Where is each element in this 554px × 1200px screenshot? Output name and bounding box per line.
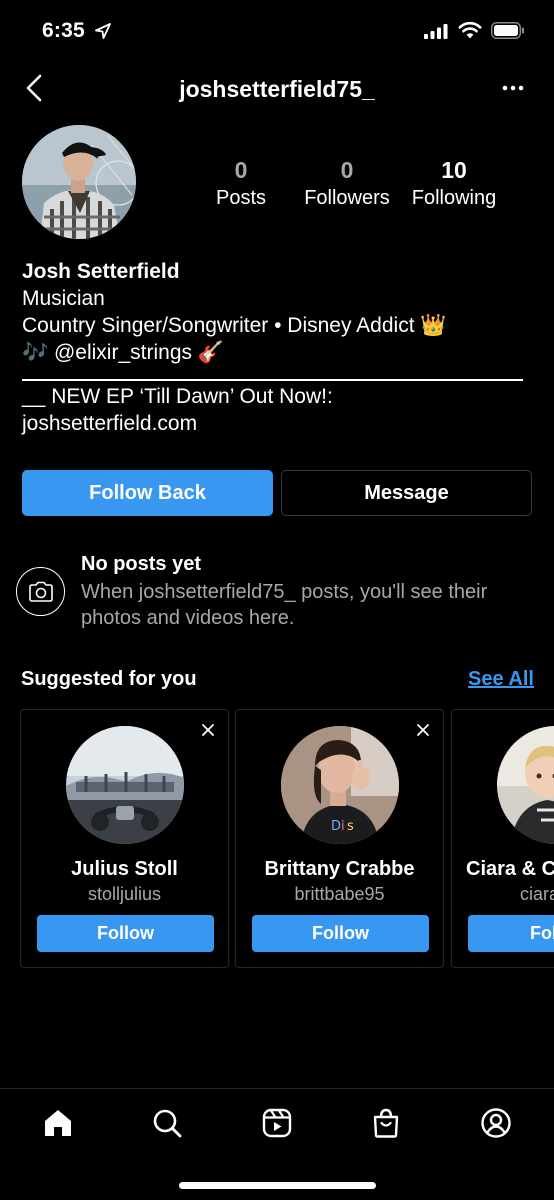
suggested-handle: ciarax bbox=[520, 884, 554, 904]
nav-reels[interactable] bbox=[257, 1103, 297, 1143]
following-count: 10 bbox=[441, 157, 467, 183]
bio-divider bbox=[22, 379, 523, 381]
follow-button[interactable]: Follow bbox=[252, 915, 429, 952]
bio-link[interactable]: joshsetterfield.com bbox=[22, 410, 532, 437]
bio-line-1: Country Singer/Songwriter • Disney Addic… bbox=[22, 314, 447, 337]
suggested-card[interactable]: D i s Brittany Crabbe brittbabe95 Follow bbox=[235, 709, 444, 968]
camera-icon bbox=[28, 581, 53, 602]
bio-line-3: __ NEW EP ‘Till Dawn’ Out Now!: bbox=[22, 385, 333, 408]
profile-photo-image bbox=[22, 125, 136, 239]
suggested-photo-image bbox=[66, 726, 184, 844]
bio-line-2: 🎶 @elixir_strings 🎸 bbox=[22, 341, 224, 364]
suggested-title: Suggested for you bbox=[21, 668, 197, 690]
profile-full-name: Josh Setterfield bbox=[22, 260, 180, 283]
home-icon bbox=[45, 1110, 71, 1136]
svg-text:s: s bbox=[347, 819, 354, 834]
nav-search[interactable] bbox=[147, 1103, 187, 1143]
battery-icon bbox=[491, 22, 524, 39]
profile-avatar[interactable] bbox=[22, 125, 136, 239]
more-dots-icon bbox=[502, 85, 524, 91]
suggested-card[interactable]: Ciara & C ciarax Fol bbox=[451, 709, 554, 968]
suggested-handle: brittbabe95 bbox=[294, 884, 385, 904]
profile-username-title: joshsetterfield75_ bbox=[179, 76, 375, 102]
wifi-icon bbox=[458, 21, 482, 39]
status-time: 6:35 bbox=[42, 19, 85, 42]
follow-button[interactable]: Follow bbox=[37, 915, 214, 952]
nav-home[interactable] bbox=[38, 1103, 78, 1143]
close-icon[interactable] bbox=[415, 722, 431, 738]
location-arrow-icon bbox=[95, 23, 111, 39]
home-indicator[interactable] bbox=[179, 1182, 376, 1189]
profile-icon bbox=[481, 1108, 511, 1138]
posts-label: Posts bbox=[215, 187, 267, 209]
see-all-link[interactable]: See All bbox=[468, 668, 534, 691]
svg-text:D: D bbox=[331, 819, 341, 834]
nav-shop[interactable] bbox=[366, 1103, 406, 1143]
search-icon bbox=[153, 1109, 182, 1138]
suggested-photo-image: D i s bbox=[281, 726, 399, 844]
status-bar: 6:35 bbox=[0, 0, 554, 62]
svg-text:i: i bbox=[341, 819, 345, 834]
profile-screen: 6:35 joshsetterfield75_ 0 Posts 0 Follow… bbox=[0, 0, 554, 1200]
following-stat[interactable]: 10 Following bbox=[406, 156, 502, 212]
profile-bio: Josh Setterfield Musician Country Singer… bbox=[22, 258, 532, 437]
posts-stat[interactable]: 0 Posts bbox=[200, 156, 282, 212]
suggested-name: Ciara & C bbox=[466, 858, 554, 880]
suggested-handle: stolljulius bbox=[87, 884, 162, 904]
suggested-card[interactable]: Julius Stoll stolljulius Follow bbox=[20, 709, 229, 968]
followers-stat[interactable]: 0 Followers bbox=[298, 156, 396, 212]
profile-category: Musician bbox=[22, 287, 105, 310]
suggested-cards[interactable]: Julius Stoll stolljulius Follow D i s Br… bbox=[20, 709, 554, 969]
follow-button[interactable]: Fol bbox=[468, 915, 554, 952]
followers-count: 0 bbox=[340, 157, 354, 183]
suggested-avatar[interactable]: D i s bbox=[281, 726, 399, 844]
cellular-signal-icon bbox=[424, 24, 448, 39]
nav-profile[interactable] bbox=[476, 1103, 516, 1143]
follow-back-button[interactable]: Follow Back bbox=[22, 470, 273, 516]
following-label: Following bbox=[411, 187, 497, 209]
suggested-avatar[interactable] bbox=[66, 726, 184, 844]
profile-stats: 0 Posts 0 Followers 10 Following bbox=[200, 156, 520, 216]
suggested-name: Brittany Crabbe bbox=[264, 858, 415, 880]
followers-label: Followers bbox=[304, 187, 390, 209]
camera-placeholder bbox=[16, 567, 65, 616]
message-button[interactable]: Message bbox=[281, 470, 532, 516]
posts-count: 0 bbox=[234, 157, 248, 183]
suggested-photo-image bbox=[497, 726, 554, 844]
close-icon[interactable] bbox=[200, 722, 216, 738]
no-posts-description: When joshsetterfield75_ posts, you'll se… bbox=[81, 581, 488, 629]
no-posts-title: No posts yet bbox=[81, 553, 202, 575]
more-options-button[interactable] bbox=[496, 76, 530, 100]
reels-icon bbox=[262, 1108, 292, 1138]
suggested-avatar[interactable] bbox=[497, 726, 554, 844]
shop-icon bbox=[373, 1108, 399, 1138]
suggested-name: Julius Stoll bbox=[71, 858, 178, 880]
profile-header: joshsetterfield75_ bbox=[0, 62, 554, 116]
